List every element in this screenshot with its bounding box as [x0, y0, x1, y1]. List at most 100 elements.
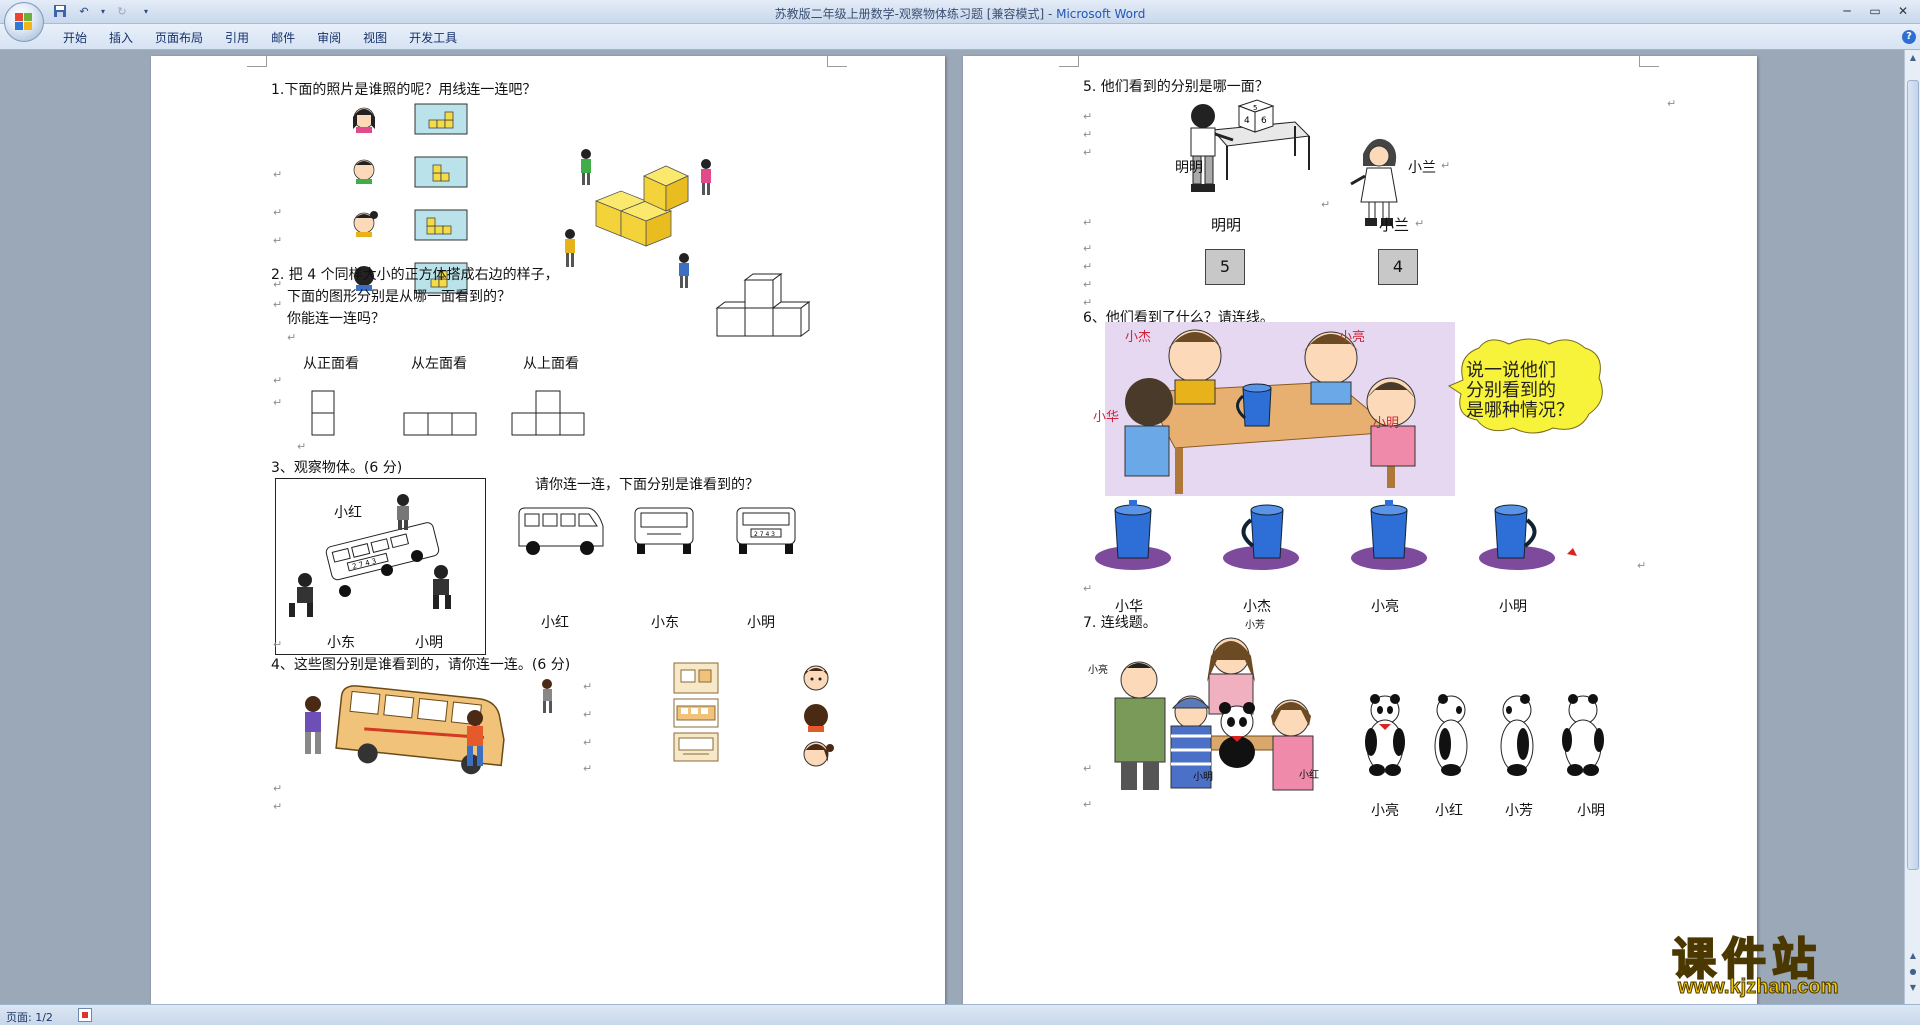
q6-label-xiaoming: 小明	[1373, 416, 1400, 431]
question-2-line-1[interactable]: 2. 把 4 个同样大小的正方体搭成右边的样子，	[271, 264, 559, 284]
document-page-2[interactable]: 5. 他们看到的分别是哪一面？ ↵ ↵ ↵ ↵ ↵ ↵ 5 4 6 明明 小兰 …	[963, 55, 1757, 1004]
paragraph-mark: ↵	[1667, 97, 1677, 110]
paragraph-mark: ↵	[1083, 216, 1093, 229]
q7-label-xiaoliang: 小亮	[1088, 665, 1108, 676]
scene-label-xiaolan: 小兰	[1408, 160, 1436, 176]
tab-view[interactable]: 视图	[352, 30, 398, 46]
die-icon: 5 4 6	[1237, 99, 1275, 133]
kid-figure	[679, 253, 689, 288]
q4-view-cards	[673, 662, 719, 762]
paragraph-mark: ↵	[1083, 242, 1093, 255]
paragraph-mark: ↵	[1083, 798, 1093, 811]
panda-name-xiaoming: 小明	[1577, 803, 1605, 819]
page-count[interactable]: 页面: 1/2	[6, 1009, 53, 1025]
scene-label-mingming: 明明	[1175, 160, 1203, 176]
next-page-icon[interactable]: ▼	[1907, 982, 1919, 994]
paragraph-mark: ↵	[273, 206, 283, 219]
office-button[interactable]	[4, 2, 44, 42]
q7-label-xiaohong: 小红	[1299, 770, 1319, 781]
panda-name-xiaofang: 小芳	[1505, 803, 1533, 819]
help-icon[interactable]: ?	[1902, 30, 1916, 44]
question-2-line-3[interactable]: 你能连一连吗？	[287, 308, 385, 328]
kid-xiaojie	[1167, 329, 1223, 405]
q6-label-xiaojie: 小杰	[1125, 330, 1152, 345]
paragraph-mark: ↵	[583, 736, 593, 749]
q6-label-xiaohua: 小华	[1093, 410, 1120, 425]
mug-option-front	[1351, 500, 1427, 570]
q6-label-xiaoliang: 小亮	[1339, 330, 1366, 345]
crop-mark	[1639, 55, 1659, 67]
question-3-instruction[interactable]: 请你连一连，下面分别是谁看到的？	[535, 474, 759, 494]
scroll-up-icon[interactable]: ▲	[1907, 52, 1919, 64]
die-front-digit: 4	[1244, 116, 1250, 126]
document-workspace[interactable]: 1.下面的照片是谁照的呢？用线连一连吧？ ↵ ↵ ↵ ↵ ↵ 2. 把 4 个同…	[0, 50, 1904, 1004]
bus-plate: 2 7 4 3	[754, 531, 775, 538]
view-label-front[interactable]: 从正面看	[303, 353, 359, 373]
question-1-text[interactable]: 1.下面的照片是谁照的呢？用线连一连吧？	[271, 79, 536, 99]
photo-card	[414, 156, 468, 188]
select-browse-object-icon[interactable]: ●	[1907, 966, 1919, 978]
scene-label-xiaoming: 小明	[415, 635, 443, 651]
name-xiaolan: 小兰	[1379, 216, 1410, 234]
q4-kid-heads	[803, 665, 834, 767]
app-name: Microsoft Word	[1056, 7, 1146, 21]
tab-references[interactable]: 引用	[214, 30, 260, 46]
question-2-line-2[interactable]: 下面的图形分别是从哪一面看到的？	[287, 286, 511, 306]
answer-label-xiaoming: 小明	[747, 615, 775, 631]
q1-yellow-cubes-scene	[565, 149, 711, 288]
bus-front-view	[634, 507, 694, 554]
crop-mark	[827, 55, 847, 67]
question-3-text[interactable]: 3、观察物体。(6 分)	[271, 457, 402, 477]
paragraph-mark: ↵	[273, 298, 283, 311]
tab-insert[interactable]: 插入	[98, 30, 144, 46]
tab-developer[interactable]: 开发工具	[398, 30, 468, 46]
view-label-top[interactable]: 从上面看	[523, 353, 579, 373]
maximize-icon[interactable]: ▭	[1862, 2, 1888, 20]
view-card	[673, 662, 719, 694]
ribbon: 开始 插入 页面布局 引用 邮件 审阅 视图 开发工具 ?	[0, 24, 1920, 50]
mug-name-xiaoming: 小明	[1499, 599, 1527, 615]
scrollbar-thumb[interactable]	[1907, 80, 1919, 870]
tab-page-layout[interactable]: 页面布局	[144, 30, 214, 46]
mug-option-left-handle	[1223, 504, 1299, 570]
kid-figure	[542, 679, 552, 713]
panda-back-icon	[1562, 694, 1604, 776]
view-card	[673, 698, 719, 728]
paragraph-mark: ↵	[297, 440, 307, 453]
tab-home[interactable]: 开始	[52, 30, 98, 46]
kid-figure	[581, 149, 591, 185]
paragraph-mark: ↵	[273, 800, 283, 813]
minimize-icon[interactable]: ─	[1834, 2, 1860, 20]
document-page-1[interactable]: 1.下面的照片是谁照的呢？用线连一连吧？ ↵ ↵ ↵ ↵ ↵ 2. 把 4 个同…	[151, 55, 945, 1004]
question-5-text[interactable]: 5. 他们看到的分别是哪一面？	[1083, 76, 1269, 96]
paragraph-mark: ↵	[273, 168, 283, 181]
paragraph-mark: ↵	[1083, 582, 1093, 595]
girl-head-icon	[353, 107, 375, 133]
vertical-scrollbar[interactable]: ▲ ▲ ● ▼	[1904, 50, 1920, 1004]
scene-label-xiaodong: 小东	[327, 635, 355, 651]
tab-mailings[interactable]: 邮件	[260, 30, 306, 46]
photo-card	[414, 209, 468, 241]
kid-figure	[701, 159, 711, 195]
panda-front-icon	[1365, 694, 1405, 776]
close-icon[interactable]: ✕	[1890, 2, 1916, 20]
proofing-status-icon[interactable]	[78, 1008, 92, 1022]
view-label-left[interactable]: 从左面看	[411, 353, 467, 373]
die-face-5: 5	[1205, 249, 1245, 285]
watermark-url: www.kjzhan.com	[1677, 976, 1839, 999]
panda-other-side-icon	[1500, 694, 1534, 776]
boy-back-head-icon	[804, 704, 828, 732]
view-shape-t	[511, 390, 585, 436]
paragraph-mark: ↵	[583, 762, 593, 775]
q7-label-xiaoming: 小明	[1193, 772, 1213, 783]
q4-van-scene	[305, 679, 552, 775]
site-watermark: 课件站 www.kjzhan.com	[1664, 923, 1904, 1003]
paragraph-mark: ↵	[1083, 762, 1093, 775]
document-title: 苏教版二年级上册数学-观察物体练习题 [兼容模式] -	[774, 7, 1057, 21]
paragraph-mark: ↵	[1083, 260, 1093, 273]
tab-review[interactable]: 审阅	[306, 30, 352, 46]
prev-page-icon[interactable]: ▲	[1907, 950, 1919, 962]
paragraph-mark: ↵	[1415, 217, 1425, 230]
girl-bun-head-icon	[353, 211, 378, 237]
view-card	[673, 732, 719, 762]
